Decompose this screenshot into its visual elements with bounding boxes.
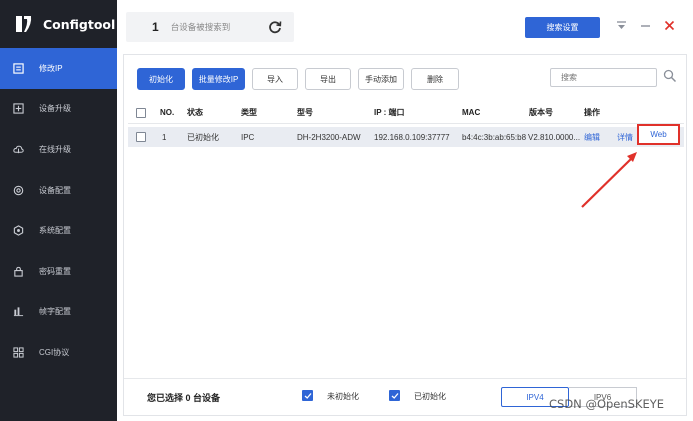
- row-mac: b4:4c:3b:ab:65:b8: [462, 132, 527, 142]
- search-box: [550, 68, 657, 87]
- row-ip-port: 192.168.0.109:37777: [374, 132, 450, 142]
- import-button[interactable]: 导入: [252, 68, 298, 90]
- toolbar: 初始化 批量修改IP 导入 导出 手动添加 删除: [137, 68, 466, 90]
- system-config-icon: [12, 225, 24, 237]
- device-config-icon: [12, 184, 24, 196]
- manual-add-button[interactable]: 手动添加: [358, 68, 404, 90]
- header-version: 版本号: [529, 108, 553, 117]
- main-panel: 初始化 批量修改IP 导入 导出 手动添加 删除 NO. 状态 类型 型号 IP…: [123, 54, 687, 416]
- cgi-protocol-icon: [12, 346, 24, 358]
- header-no: NO.: [160, 108, 175, 117]
- batch-edit-ip-button[interactable]: 批量修改IP: [192, 68, 245, 90]
- detail-link[interactable]: 详情: [617, 127, 633, 147]
- header-type: 类型: [241, 108, 257, 117]
- header-model: 型号: [297, 108, 313, 117]
- search-icon[interactable]: [663, 69, 677, 83]
- edit-link[interactable]: 编辑: [584, 127, 600, 147]
- sidebar-item-cgi-protocol[interactable]: CGI协议: [0, 332, 117, 373]
- sidebar-item-label: 密码重置: [39, 266, 71, 276]
- sidebar-item-label: 设备升级: [39, 104, 71, 114]
- initialized-label: 已初始化: [414, 392, 446, 401]
- row-type: IPC: [241, 132, 255, 142]
- sidebar-item-label: 帧字配置: [39, 307, 71, 317]
- device-count: 1: [152, 20, 159, 34]
- watermark: CSDN @OpenSKEYE: [549, 397, 665, 411]
- app-title: Configtool: [43, 16, 116, 32]
- online-upgrade-icon: [12, 143, 24, 155]
- sidebar-item-label: 系统配置: [39, 226, 71, 236]
- row-status: 已初始化: [187, 132, 219, 142]
- sidebar-item-edit-ip[interactable]: 修改IP: [0, 48, 117, 89]
- refresh-icon[interactable]: [268, 20, 282, 34]
- table-header: NO. 状态 类型 型号 IP : 端口 MAC 版本号 操作: [128, 102, 684, 124]
- select-all-checkbox[interactable]: [136, 107, 146, 118]
- device-count-text: 台设备被搜索到: [170, 22, 231, 32]
- device-count-box: 1 台设备被搜索到: [126, 12, 294, 42]
- sidebar-nav: 修改IP 设备升级 在线升级 设备配置 系统配置 密码重置 帧字配置 CGI协议: [0, 48, 117, 373]
- row-no: 1: [162, 132, 167, 142]
- delete-button[interactable]: 删除: [411, 68, 459, 90]
- frame-config-icon: [12, 306, 24, 318]
- top-bar: 1 台设备被搜索到 搜索设置: [117, 0, 693, 50]
- header-mac: MAC: [462, 108, 481, 117]
- dropdown-menu-icon[interactable]: [614, 18, 628, 32]
- sidebar-item-device-config[interactable]: 设备配置: [0, 170, 117, 211]
- search-input[interactable]: [551, 69, 656, 86]
- close-icon[interactable]: [662, 18, 676, 32]
- row-model: DH-2H3200-ADW: [297, 132, 361, 142]
- web-link[interactable]: Web: [637, 124, 680, 145]
- uninitialized-label: 未初始化: [327, 392, 359, 401]
- minimize-icon[interactable]: [638, 18, 652, 32]
- row-version: V2.810.0000...: [528, 132, 581, 142]
- configtool-logo-icon: [14, 14, 34, 34]
- export-button[interactable]: 导出: [305, 68, 351, 90]
- sidebar-item-label: CGI协议: [39, 347, 70, 357]
- password-reset-icon: [12, 265, 24, 277]
- sidebar-item-device-upgrade[interactable]: 设备升级: [0, 89, 117, 130]
- sidebar: Configtool 修改IP 设备升级 在线升级 设备配置 系统配置 密码重置…: [0, 0, 117, 421]
- edit-ip-icon: [12, 62, 24, 74]
- sidebar-item-label: 在线升级: [39, 144, 71, 154]
- search-settings-button[interactable]: 搜索设置: [525, 17, 600, 38]
- initialized-checkbox[interactable]: [389, 390, 400, 401]
- header-action: 操作: [584, 108, 600, 117]
- sidebar-item-frame-config[interactable]: 帧字配置: [0, 292, 117, 333]
- sidebar-item-online-upgrade[interactable]: 在线升级: [0, 129, 117, 170]
- sidebar-item-label: 修改IP: [39, 63, 63, 73]
- sidebar-item-system-config[interactable]: 系统配置: [0, 210, 117, 251]
- row-checkbox[interactable]: [136, 132, 146, 142]
- app-logo: Configtool: [0, 0, 117, 48]
- initialize-button[interactable]: 初始化: [137, 68, 185, 90]
- uninitialized-checkbox[interactable]: [302, 390, 313, 401]
- selected-count-text: 您已选择 0 台设备: [147, 393, 221, 403]
- header-ip-port: IP : 端口: [374, 108, 405, 117]
- sidebar-item-password-reset[interactable]: 密码重置: [0, 251, 117, 292]
- device-table: NO. 状态 类型 型号 IP : 端口 MAC 版本号 操作 1 已初始化 I…: [128, 102, 684, 147]
- header-status: 状态: [187, 108, 203, 117]
- sidebar-item-label: 设备配置: [39, 185, 71, 195]
- annotation-arrow-icon: [581, 152, 637, 208]
- device-upgrade-icon: [12, 103, 24, 115]
- table-row[interactable]: 1 已初始化 IPC DH-2H3200-ADW 192.168.0.109:3…: [128, 124, 684, 147]
